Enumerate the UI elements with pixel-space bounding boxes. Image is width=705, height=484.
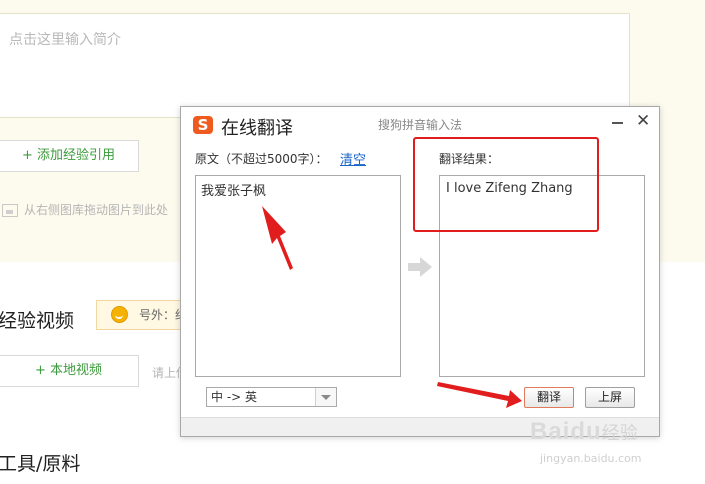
watermark-cn: 经验	[601, 423, 638, 444]
annotation-arrow-translate	[437, 382, 522, 408]
watermark-brand: Baidu	[530, 418, 602, 445]
baidu-watermark: Baidu经验 jingyan.baidu.com	[530, 418, 642, 465]
annotation-arrows	[262, 206, 522, 408]
annotation-arrow-source	[262, 206, 293, 270]
watermark-url: jingyan.baidu.com	[540, 452, 642, 465]
